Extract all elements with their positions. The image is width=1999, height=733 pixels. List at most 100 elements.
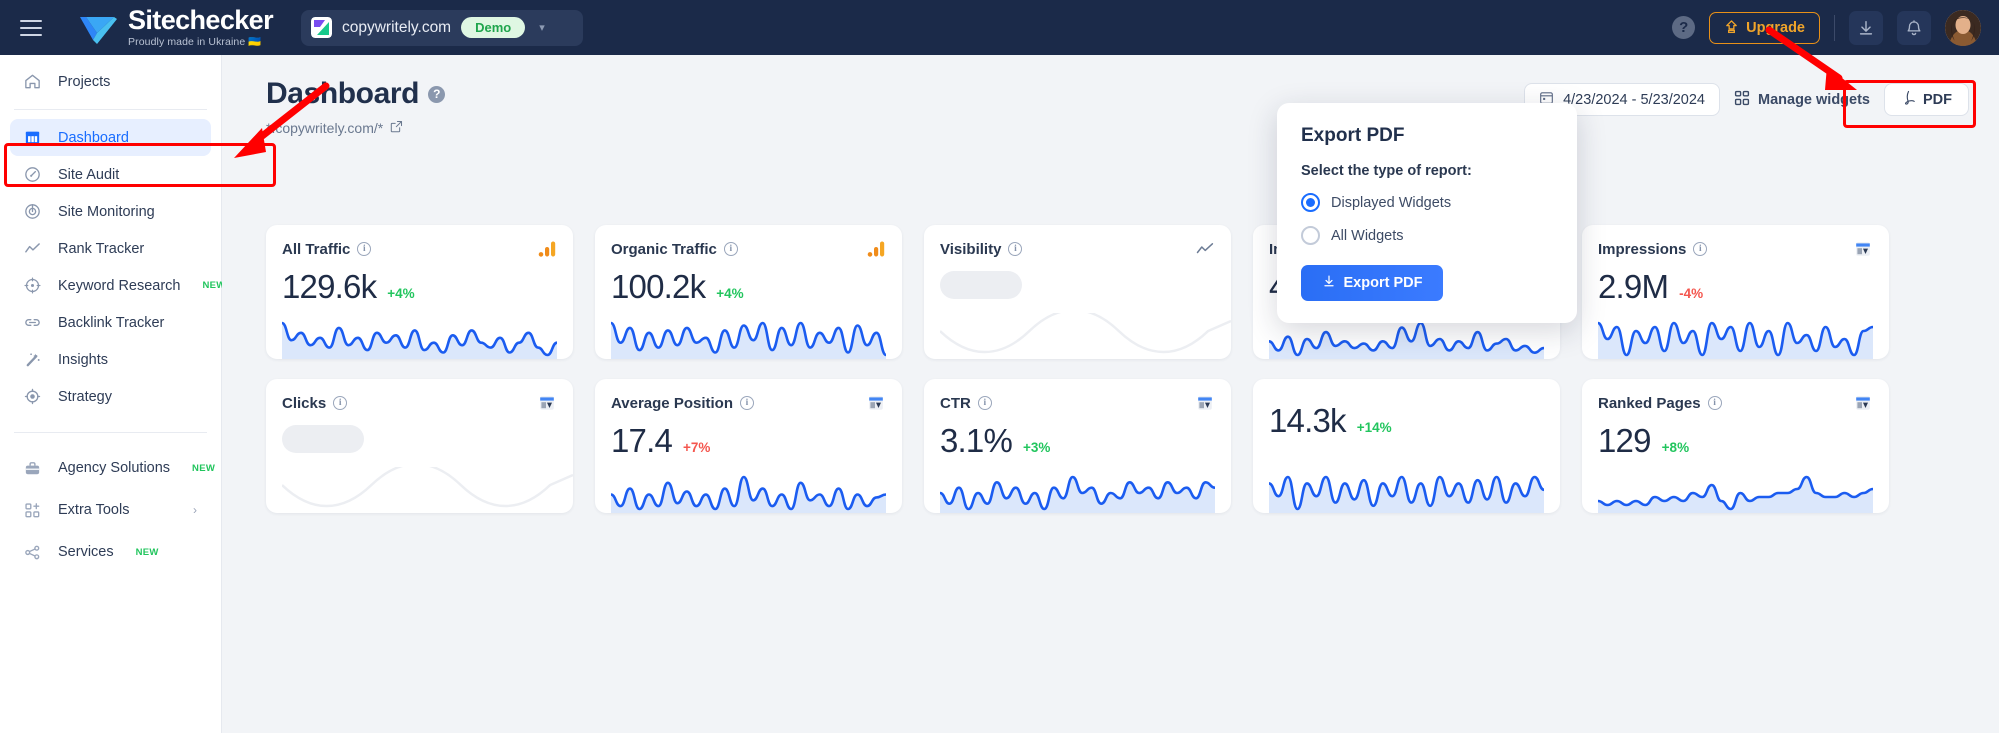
info-icon[interactable]: i [1707, 396, 1722, 410]
sidebar-item-dashboard[interactable]: Dashboard [10, 119, 211, 156]
home-icon [22, 72, 42, 92]
divider [1834, 14, 1835, 41]
sidebar-item-label: Keyword Research [58, 277, 181, 294]
brand-tagline: Proudly made in Ukraine 🇺🇦 [128, 36, 262, 49]
chevron-down-icon[interactable]: ▾ [539, 21, 545, 34]
badge-new: NEW [135, 546, 159, 558]
info-icon[interactable]: i [1008, 242, 1023, 256]
widget-value: 3.1% [940, 422, 1013, 459]
site-selector[interactable]: copywritely.com Demo ▾ [301, 9, 583, 46]
widget-title: Impressions [1598, 240, 1687, 258]
widget-card[interactable]: Visibility i [924, 225, 1231, 359]
sitechecker-logo-icon [76, 10, 118, 46]
help-icon[interactable]: ? [1672, 16, 1696, 39]
pdf-button[interactable]: PDF [1884, 83, 1969, 116]
target-icon [22, 276, 42, 296]
radio-displayed-widgets[interactable]: Displayed Widgets [1301, 193, 1553, 212]
export-popover-subtitle: Select the type of report: [1301, 163, 1472, 179]
sidebar-item-insights[interactable]: Insights [10, 341, 211, 378]
widget-card[interactable]: CTR i 3.1% +3% [924, 379, 1231, 513]
top-bar: Sitechecker Proudly made in Ukraine 🇺🇦 c… [0, 0, 1999, 55]
sidebar-item-keyword-research[interactable]: Keyword Research NEW [10, 267, 225, 304]
widget-sparkline [280, 315, 559, 359]
page-title: Dashboard [266, 77, 420, 110]
sidebar-item-services[interactable]: Services NEW [10, 531, 211, 573]
widget-delta: +4% [387, 286, 415, 301]
sidebar-item-site-monitoring[interactable]: Site Monitoring [10, 193, 211, 230]
sidebar-item-agency-solutions[interactable]: Agency Solutions NEW [10, 447, 215, 489]
widget-card[interactable]: All Traffic i 129.6k +4% [266, 225, 573, 359]
sidebar-group-main: Dashboard Site Audit Site Monitoring Ran… [0, 119, 225, 415]
export-pdf-button[interactable]: Export PDF [1301, 265, 1443, 301]
sidebar-item-strategy[interactable]: Strategy [10, 378, 211, 415]
sidebar-item-label: Extra Tools [58, 502, 130, 518]
widget-value: 17.4 [611, 422, 673, 459]
widget-delta: +3% [1023, 440, 1051, 455]
widget-title: Visibility [940, 240, 1002, 258]
crosshair-icon [22, 387, 42, 407]
sidebar-item-backlink-tracker[interactable]: Backlink Tracker [10, 304, 211, 341]
external-link-icon[interactable] [390, 120, 403, 136]
widget-sparkline [609, 315, 888, 359]
widget-value: 100.2k [611, 268, 706, 305]
widget-delta: -4% [1679, 286, 1704, 301]
radio-unselected-icon[interactable] [1301, 226, 1320, 245]
widget-card[interactable]: 14.3k +14% [1253, 379, 1560, 513]
info-icon[interactable]: i [723, 242, 738, 256]
info-icon[interactable]: i [333, 396, 348, 410]
header-actions: 4/23/2024 - 5/23/2024 Manage widgets PDF [1524, 77, 1969, 116]
radio-all-widgets[interactable]: All Widgets [1301, 226, 1553, 245]
widget-card-header: Clicks i [282, 393, 557, 413]
manage-widgets-button[interactable]: Manage widgets [1734, 90, 1870, 110]
widget-card[interactable]: Organic Traffic i 100.2k +4% [595, 225, 902, 359]
download-icon[interactable] [1849, 10, 1883, 45]
widget-card[interactable]: Impressions i 2.9M -4% [1582, 225, 1889, 359]
brand-logo-block[interactable]: Sitechecker Proudly made in Ukraine 🇺🇦 [76, 7, 274, 49]
widget-card[interactable]: Clicks i [266, 379, 573, 513]
radio-selected-icon[interactable] [1301, 193, 1320, 212]
widget-card[interactable]: Ranked Pages i 129 +8% [1582, 379, 1889, 513]
sidebar-item-label: Site Audit [58, 166, 120, 183]
widgets-grid-icon [1734, 90, 1750, 110]
sidebar-group-bottom: Agency Solutions NEW Extra Tools › Servi… [0, 447, 221, 573]
google-search-console-icon [1853, 239, 1873, 259]
sidebar-item-rank-tracker[interactable]: Rank Tracker [10, 230, 211, 267]
sidebar-item-label: Dashboard [58, 129, 129, 146]
sidebar-item-projects[interactable]: Projects [10, 63, 211, 100]
question-circle-icon[interactable]: ? [428, 85, 446, 103]
upgrade-label: Upgrade [1746, 19, 1805, 36]
bell-icon[interactable] [1897, 10, 1931, 45]
hamburger-menu-icon[interactable] [20, 14, 48, 42]
sidebar-item-site-audit[interactable]: Site Audit [10, 156, 211, 193]
user-avatar[interactable] [1945, 9, 1981, 46]
widget-card-header: Organic Traffic i [611, 239, 886, 259]
widget-delta: +4% [716, 286, 744, 301]
widget-value: 14.3k [1269, 402, 1347, 439]
loading-skeleton-chart [939, 308, 1231, 357]
google-search-console-icon [866, 393, 886, 413]
widget-value: 2.9M [1598, 268, 1669, 305]
sidebar-item-label: Site Monitoring [58, 203, 155, 220]
manage-widgets-label: Manage widgets [1758, 91, 1870, 108]
widget-delta: +7% [683, 440, 711, 455]
page-title-row: Dashboard ? [266, 77, 446, 111]
upgrade-button[interactable]: Upgrade [1709, 11, 1820, 44]
info-icon[interactable]: i [1693, 242, 1708, 256]
sidebar-item-extra-tools[interactable]: Extra Tools › [10, 489, 211, 531]
widget-sparkline [1267, 469, 1546, 513]
widget-value: 129 [1598, 422, 1651, 459]
info-icon[interactable]: i [977, 396, 992, 410]
widget-value-row: 2.9M -4% [1598, 268, 1873, 306]
widget-card[interactable]: Average Position i 17.4 +7% [595, 379, 902, 513]
info-icon[interactable]: i [357, 242, 372, 256]
date-range-value: 4/23/2024 - 5/23/2024 [1563, 91, 1705, 108]
loading-skeleton [940, 271, 1022, 299]
chevron-right-icon[interactable]: › [193, 503, 197, 517]
export-pdf-button-label: Export PDF [1343, 275, 1423, 291]
info-icon[interactable]: i [739, 396, 754, 410]
upgrade-arrow-icon [1726, 20, 1738, 34]
sidebar-item-label: Strategy [58, 388, 112, 405]
google-analytics-icon [537, 239, 557, 259]
radio-all-widgets-label: All Widgets [1331, 227, 1404, 244]
widget-card-header: All Traffic i [282, 239, 557, 259]
